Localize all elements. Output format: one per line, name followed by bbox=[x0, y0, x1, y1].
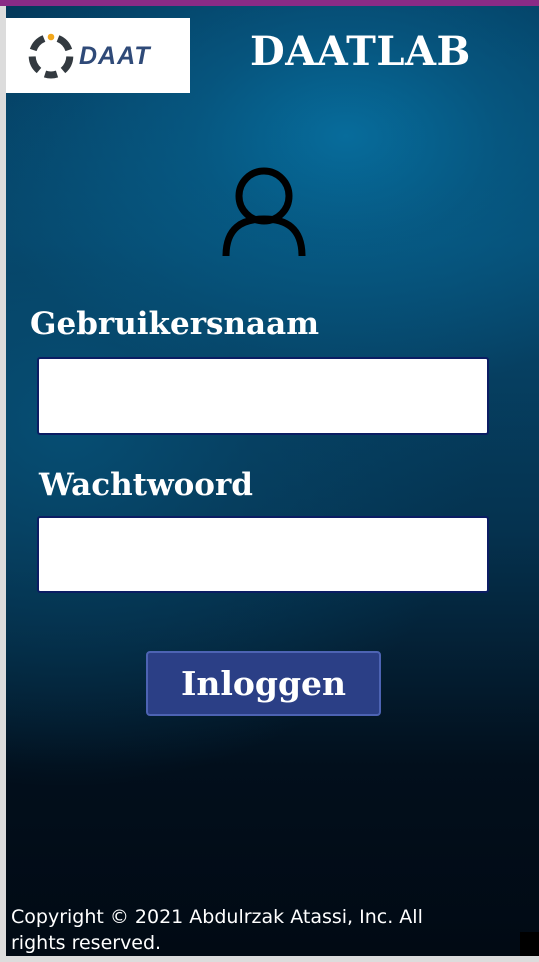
logo: DAAT bbox=[6, 18, 190, 93]
username-field[interactable] bbox=[37, 357, 489, 435]
login-screen: DAAT DAATLAB Gebruikersnaam Wachtwoord I… bbox=[6, 6, 539, 956]
daat-logo-ring-icon bbox=[28, 33, 74, 79]
copyright-text: Copyright © 2021 Abdulrzak Atassi, Inc. … bbox=[11, 906, 423, 954]
user-icon bbox=[222, 167, 306, 257]
login-button[interactable]: Inloggen bbox=[146, 651, 381, 716]
password-field[interactable] bbox=[37, 516, 489, 593]
password-label: Wachtwoord bbox=[39, 467, 253, 503]
corner-block bbox=[520, 932, 539, 956]
logo-text: DAAT bbox=[79, 42, 151, 70]
app-title: DAATLAB bbox=[250, 28, 471, 75]
username-label: Gebruikersnaam bbox=[30, 306, 320, 342]
